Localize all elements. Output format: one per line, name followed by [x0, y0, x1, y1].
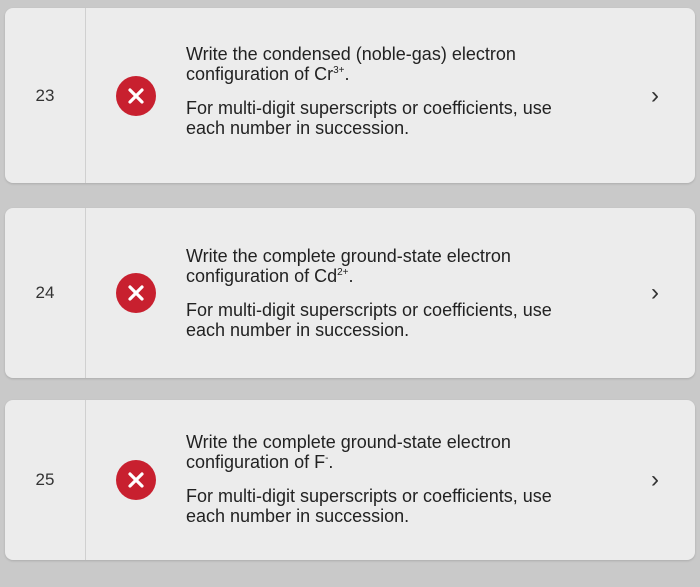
- x-icon: [116, 273, 156, 313]
- x-icon: [116, 460, 156, 500]
- question-number: 25: [5, 400, 86, 560]
- question-prompt: Write the complete ground-state electron…: [186, 246, 511, 286]
- question-prompt: Write the complete ground-state electron…: [186, 432, 511, 472]
- question-card-24[interactable]: 24 Write the complete ground-state elect…: [5, 208, 695, 378]
- question-instruction: For multi-digit superscripts or coeffici…: [186, 98, 552, 138]
- chevron-right-icon[interactable]: ›: [615, 208, 695, 378]
- question-number: 24: [5, 208, 86, 378]
- question-number: 23: [5, 8, 86, 183]
- question-instruction: For multi-digit superscripts or coeffici…: [186, 486, 552, 526]
- x-icon: [116, 75, 156, 116]
- question-card-23[interactable]: 23 Write the condensed (noble-gas) elect…: [5, 8, 695, 183]
- question-instruction: For multi-digit superscripts or coeffici…: [186, 300, 552, 340]
- chevron-right-icon[interactable]: ›: [615, 400, 695, 560]
- chevron-right-icon[interactable]: ›: [615, 8, 695, 183]
- question-prompt: Write the condensed (noble-gas) electron…: [186, 44, 516, 84]
- question-card-25[interactable]: 25 Write the complete ground-state elect…: [5, 400, 695, 560]
